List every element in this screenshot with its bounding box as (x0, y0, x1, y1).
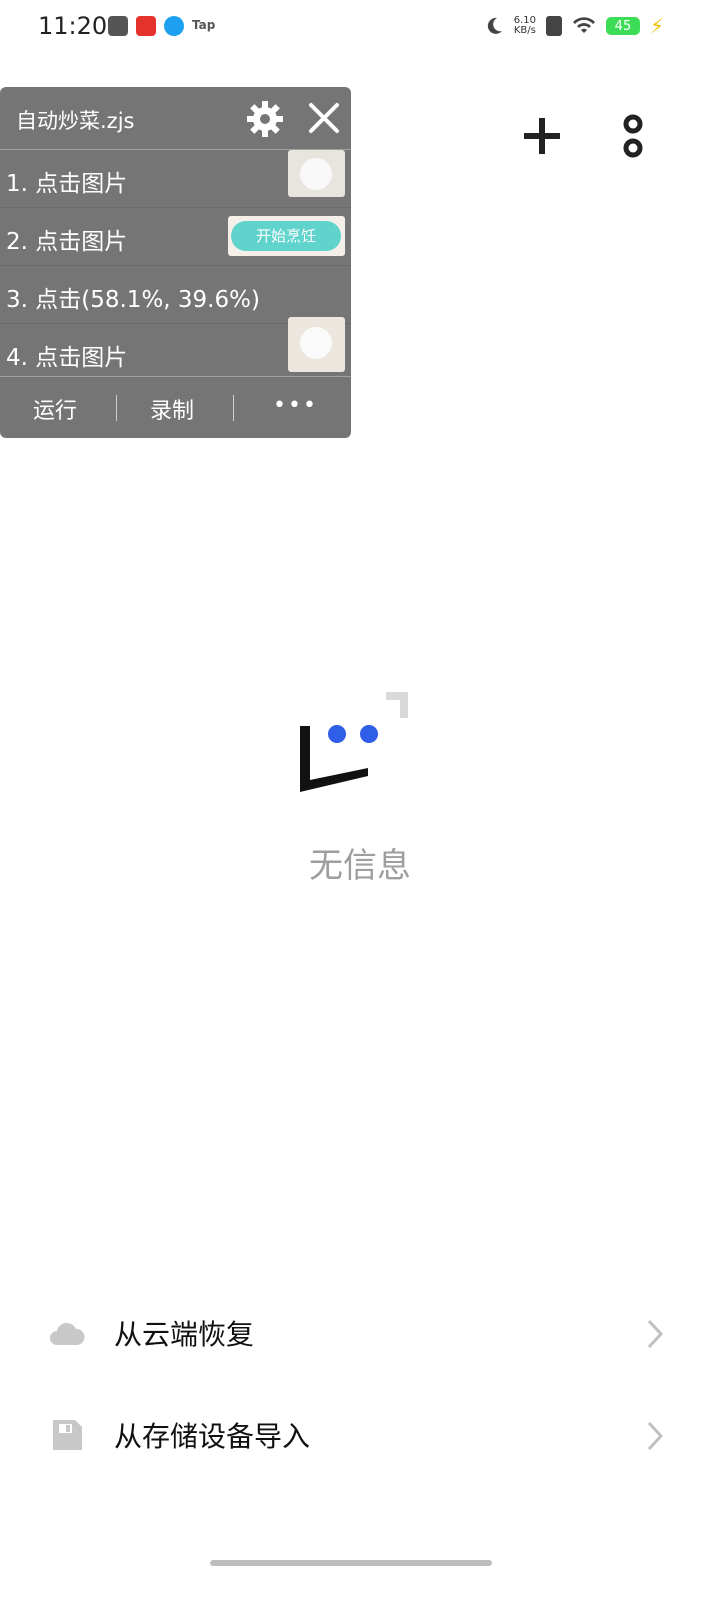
step-row-2[interactable]: 2. 点击图片 开始烹饪 (0, 208, 351, 266)
chevron-right-icon (647, 1421, 664, 1451)
import-from-storage-option[interactable]: 从存储设备导入 (0, 1391, 720, 1481)
macro-panel[interactable]: 自动炒菜.zjs 1. 点击图片 2. 点击图片 开始烹饪 3. 点击(58.1… (0, 87, 351, 438)
tap-icon: Tap (192, 18, 216, 32)
thumb-start-cooking: 开始烹饪 (231, 221, 341, 251)
footer-divider (233, 395, 234, 421)
step-row-3[interactable]: 3. 点击(58.1%, 39.6%) (0, 266, 351, 324)
empty-message-icon (300, 692, 408, 792)
charging-icon: ⚡ (649, 14, 664, 38)
moon-icon (487, 17, 502, 34)
cloud-icon (50, 1322, 85, 1345)
status-time: 11:20 (38, 12, 108, 40)
net-speed-unit: KB/s (513, 25, 536, 36)
step-thumbnail (288, 150, 345, 197)
option-label: 从云端恢复 (114, 1318, 255, 1351)
status-bar: 11:20 Tap 6.10 KB/s 45 ⚡ (0, 0, 720, 56)
option-label: 从存储设备导入 (114, 1420, 311, 1453)
net-speed: 6.10 KB/s (514, 16, 536, 36)
plus-icon (524, 118, 560, 154)
chevron-right-icon (647, 1319, 664, 1349)
wifi-icon (572, 17, 595, 33)
footer-divider (116, 395, 117, 421)
notification-icons: Tap (108, 16, 215, 36)
step-row-1[interactable]: 1. 点击图片 (0, 150, 351, 208)
qq-icon (164, 16, 184, 36)
app-notification-icon (108, 16, 128, 36)
status-right: 6.10 KB/s 45 ⚡ (484, 14, 664, 38)
run-button[interactable]: 运行 (33, 393, 77, 425)
panel-header[interactable]: 自动炒菜.zjs (0, 87, 351, 150)
panel-footer: 运行 录制 ••• (0, 376, 351, 438)
step-thumbnail: 开始烹饪 (228, 216, 345, 256)
gear-icon[interactable] (246, 100, 284, 138)
battery-icon: 45 (605, 17, 640, 35)
panel-more-button[interactable]: ••• (273, 393, 318, 418)
empty-state-text: 无信息 (309, 846, 411, 886)
step-label: 2. 点击图片 (6, 229, 128, 255)
step-label: 4. 点击图片 (6, 345, 128, 371)
restore-from-cloud-option[interactable]: 从云端恢复 (0, 1289, 720, 1379)
storage-icon (53, 1420, 82, 1450)
more-menu-button[interactable] (603, 106, 663, 166)
shopping-notification-icon (136, 16, 156, 36)
step-thumbnail (288, 317, 345, 372)
step-label: 3. 点击(58.1%, 39.6%) (6, 287, 260, 313)
panel-title: 自动炒菜.zjs (16, 109, 135, 133)
step-label: 1. 点击图片 (6, 171, 128, 197)
home-indicator[interactable] (210, 1560, 492, 1566)
step-row-4[interactable]: 4. 点击图片 (0, 317, 351, 381)
record-button[interactable]: 录制 (150, 393, 194, 425)
more-vertical-icon (623, 114, 643, 158)
close-icon[interactable] (306, 100, 342, 136)
sim-icon (545, 16, 562, 36)
add-button[interactable] (512, 106, 572, 166)
